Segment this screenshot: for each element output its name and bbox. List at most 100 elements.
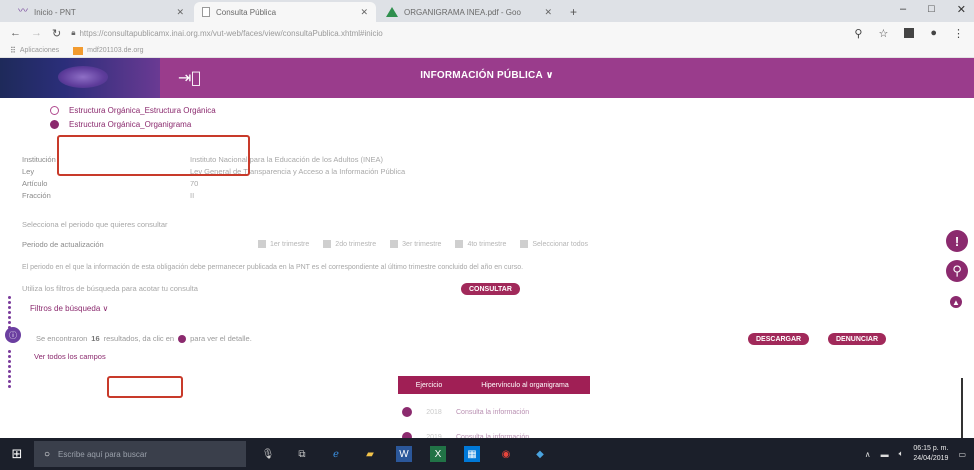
app-icon[interactable]: ◆ — [532, 446, 548, 462]
progress-dots — [8, 296, 12, 329]
bookmark-apps[interactable]: ⠿ Aplicaciones — [10, 46, 59, 55]
option-estructura-organica[interactable]: Estructura Orgánica_Estructura Orgánica — [50, 106, 216, 115]
checkbox[interactable] — [455, 240, 464, 248]
info-value: II — [190, 191, 195, 200]
pnt-favicon-icon: 〰 — [18, 6, 28, 17]
menu-dots-icon[interactable]: ⋮ — [953, 27, 964, 40]
address-bar[interactable]: 🔒︎ https://consultapublicamx.inai.org.mx… — [71, 25, 844, 41]
period-option-4[interactable]: 4to trimestre — [455, 240, 506, 248]
info-value: 70 — [190, 179, 199, 188]
browser-toolbar: ← → ↻ 🔒︎ https://consultapublicamx.inai.… — [0, 22, 974, 44]
results-prefix: Se encontraron — [36, 334, 88, 343]
new-tab-button[interactable]: + — [562, 5, 585, 22]
alert-icon[interactable]: ! — [946, 230, 968, 252]
clock[interactable]: 06:15 p. m. 24/04/2019 — [913, 444, 948, 464]
tools-icon[interactable]: ⚲ — [946, 260, 968, 282]
chevron-up-icon[interactable]: ∧ — [865, 450, 871, 459]
period-option-1[interactable]: 1er trimestre — [258, 240, 309, 248]
info-icon — [178, 334, 187, 343]
progress-dots — [8, 350, 12, 388]
checkbox[interactable] — [520, 240, 529, 248]
notifications-icon[interactable]: ▭ — [958, 450, 966, 459]
header-menu-informacion-publica[interactable]: INFORMACIÓN PÚBLICA ∨ — [0, 70, 974, 81]
download-button[interactable]: DESCARGAR — [748, 333, 810, 345]
radio-button-selected[interactable] — [50, 120, 59, 129]
account-icon[interactable]: ● — [930, 27, 937, 39]
zoom-icon[interactable]: ⚲ — [854, 27, 862, 40]
close-icon[interactable]: ✕ — [544, 7, 552, 18]
period-option-3[interactable]: 3er trimestre — [390, 240, 441, 248]
option-organigrama[interactable]: Estructura Orgánica_Organigrama — [50, 120, 191, 129]
edge-browser-icon[interactable]: ℯ — [328, 446, 344, 462]
period-label: 1er trimestre — [270, 240, 310, 248]
windows-start-icon[interactable]: ⊞ — [0, 438, 34, 470]
table-row: 2018 Consulta la información — [398, 407, 618, 417]
scroll-up-icon[interactable]: ▲ — [950, 296, 962, 308]
close-icon[interactable]: ✕ — [176, 7, 184, 18]
column-header-ejercicio[interactable]: Ejercicio — [398, 382, 460, 389]
browser-tab-bar: 〰 Inicio - PNT ✕ Consulta Pública ✕ ORGA… — [0, 0, 974, 22]
view-all-fields-link[interactable]: Ver todos los campos — [34, 352, 106, 361]
browser-tab-organigrama[interactable]: ORGANIGRAMA INEA.pdf - Goo ✕ — [378, 2, 560, 22]
results-text: para ver el detalle. — [190, 334, 252, 343]
cell-year: 2018 — [426, 408, 442, 416]
browser-tab-inicio[interactable]: 〰 Inicio - PNT ✕ — [10, 2, 192, 22]
accessibility-icon[interactable]: ⓘ — [5, 327, 21, 343]
store-icon[interactable]: ▦ — [464, 446, 480, 462]
report-button[interactable]: DENUNCIAR — [828, 333, 886, 345]
radio-button[interactable] — [50, 106, 59, 115]
info-row-fraccion: Fracción II — [22, 191, 622, 200]
back-arrow-icon[interactable]: ← — [10, 27, 21, 39]
period-label: 4to trimestre — [467, 240, 507, 248]
close-icon[interactable]: ✕ — [360, 7, 368, 18]
tab-label: ORGANIGRAMA INEA.pdf - Goo — [404, 7, 521, 17]
cell-link[interactable]: Consulta la información — [456, 409, 529, 416]
period-label: Periodo de actualización — [22, 240, 104, 249]
star-icon[interactable]: ☆ — [878, 27, 888, 40]
word-icon[interactable]: W — [396, 446, 412, 462]
results-text: resultados, da clic en — [103, 334, 175, 343]
forward-arrow-icon[interactable]: → — [31, 27, 42, 39]
period-prompt: Selecciona el periodo que quieres consul… — [22, 220, 168, 229]
clock-date: 24/04/2019 — [913, 455, 949, 462]
task-view-icon[interactable]: ⧉ — [294, 446, 310, 462]
results-table-header: Ejercicio Hipervínculo al organigrama — [398, 376, 590, 394]
bookmark-label: mdf201103.de.org — [87, 47, 144, 54]
info-icon[interactable] — [402, 407, 412, 417]
maximize-button[interactable]: □ — [928, 3, 935, 16]
site-header: ⇥⃞ INFORMACIÓN PÚBLICA ∨ — [0, 58, 974, 98]
period-option-2[interactable]: 2do trimestre — [323, 240, 376, 248]
period-checkboxes: 1er trimestre 2do trimestre 3er trimestr… — [258, 240, 588, 248]
browser-tab-consulta[interactable]: Consulta Pública ✕ — [194, 2, 376, 22]
cortana-circle-icon: ○ — [44, 448, 51, 460]
taskbar-search[interactable]: ○ Escribe aquí para buscar — [34, 441, 246, 467]
search-placeholder: Escribe aquí para buscar — [58, 449, 147, 459]
search-filters-toggle[interactable]: Filtros de búsqueda ∨ — [30, 304, 108, 313]
bookmarks-bar: ⠿ Aplicaciones mdf201103.de.org — [0, 44, 974, 58]
taskbar-apps: 🎙︎ ⧉ ℯ ▰ W X ▦ ◉ ◆ — [260, 446, 548, 462]
volume-icon[interactable]: 🔈︎ — [899, 449, 904, 459]
extension-icon[interactable] — [904, 28, 915, 38]
file-explorer-icon[interactable]: ▰ — [362, 446, 378, 462]
checkbox[interactable] — [390, 240, 399, 248]
checkbox[interactable] — [323, 240, 332, 248]
period-option-all[interactable]: Seleccionar todos — [520, 240, 588, 248]
column-header-hipervinculo[interactable]: Hipervínculo al organigrama — [460, 382, 590, 389]
bookmark-ine[interactable]: mdf201103.de.org — [73, 46, 144, 55]
microphone-icon[interactable]: 🎙︎ — [260, 446, 276, 462]
minimize-button[interactable]: – — [900, 3, 906, 16]
period-label: Seleccionar todos — [532, 240, 589, 248]
clock-time: 06:15 p. m. — [913, 445, 949, 452]
main-content: Estructura Orgánica_Estructura Orgánica … — [0, 98, 974, 442]
consult-button[interactable]: CONSULTAR — [461, 283, 520, 295]
close-window-button[interactable]: ✕ — [957, 3, 966, 16]
window-controls: – □ ✕ — [900, 3, 966, 16]
address-url: https://consultapublicamx.inai.org.mx/vu… — [79, 28, 383, 38]
bookmark-label: Aplicaciones — [19, 47, 60, 54]
network-icon[interactable]: ▬ — [881, 450, 889, 459]
reload-icon[interactable]: ↻ — [52, 27, 61, 40]
checkbox[interactable] — [258, 240, 266, 248]
info-row-articulo: Artículo 70 — [22, 179, 622, 188]
chrome-icon[interactable]: ◉ — [498, 446, 514, 462]
excel-icon[interactable]: X — [430, 446, 446, 462]
